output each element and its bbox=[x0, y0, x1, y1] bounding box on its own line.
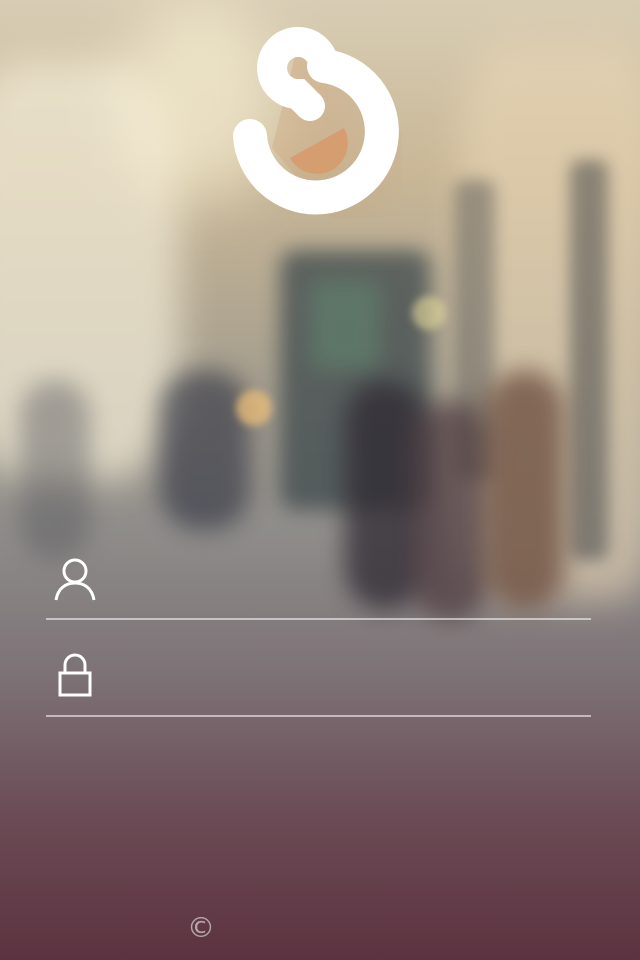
lock-icon bbox=[58, 653, 92, 697]
password-input[interactable] bbox=[118, 655, 582, 701]
username-input[interactable] bbox=[118, 558, 582, 604]
login-screen: © bbox=[0, 0, 640, 960]
bg-bokeh-light bbox=[412, 296, 446, 330]
bg-kiosk-window bbox=[310, 280, 380, 370]
copyright-symbol: © bbox=[187, 911, 215, 944]
user-icon bbox=[54, 558, 96, 601]
bg-doorway bbox=[570, 160, 608, 560]
bg-bokeh-light bbox=[236, 390, 272, 426]
bg-pedestrian bbox=[20, 380, 90, 560]
username-field-row bbox=[46, 548, 591, 620]
bg-pedestrian bbox=[160, 370, 250, 530]
password-field-row bbox=[46, 645, 591, 717]
s-swirl-logo-icon bbox=[233, 27, 402, 218]
